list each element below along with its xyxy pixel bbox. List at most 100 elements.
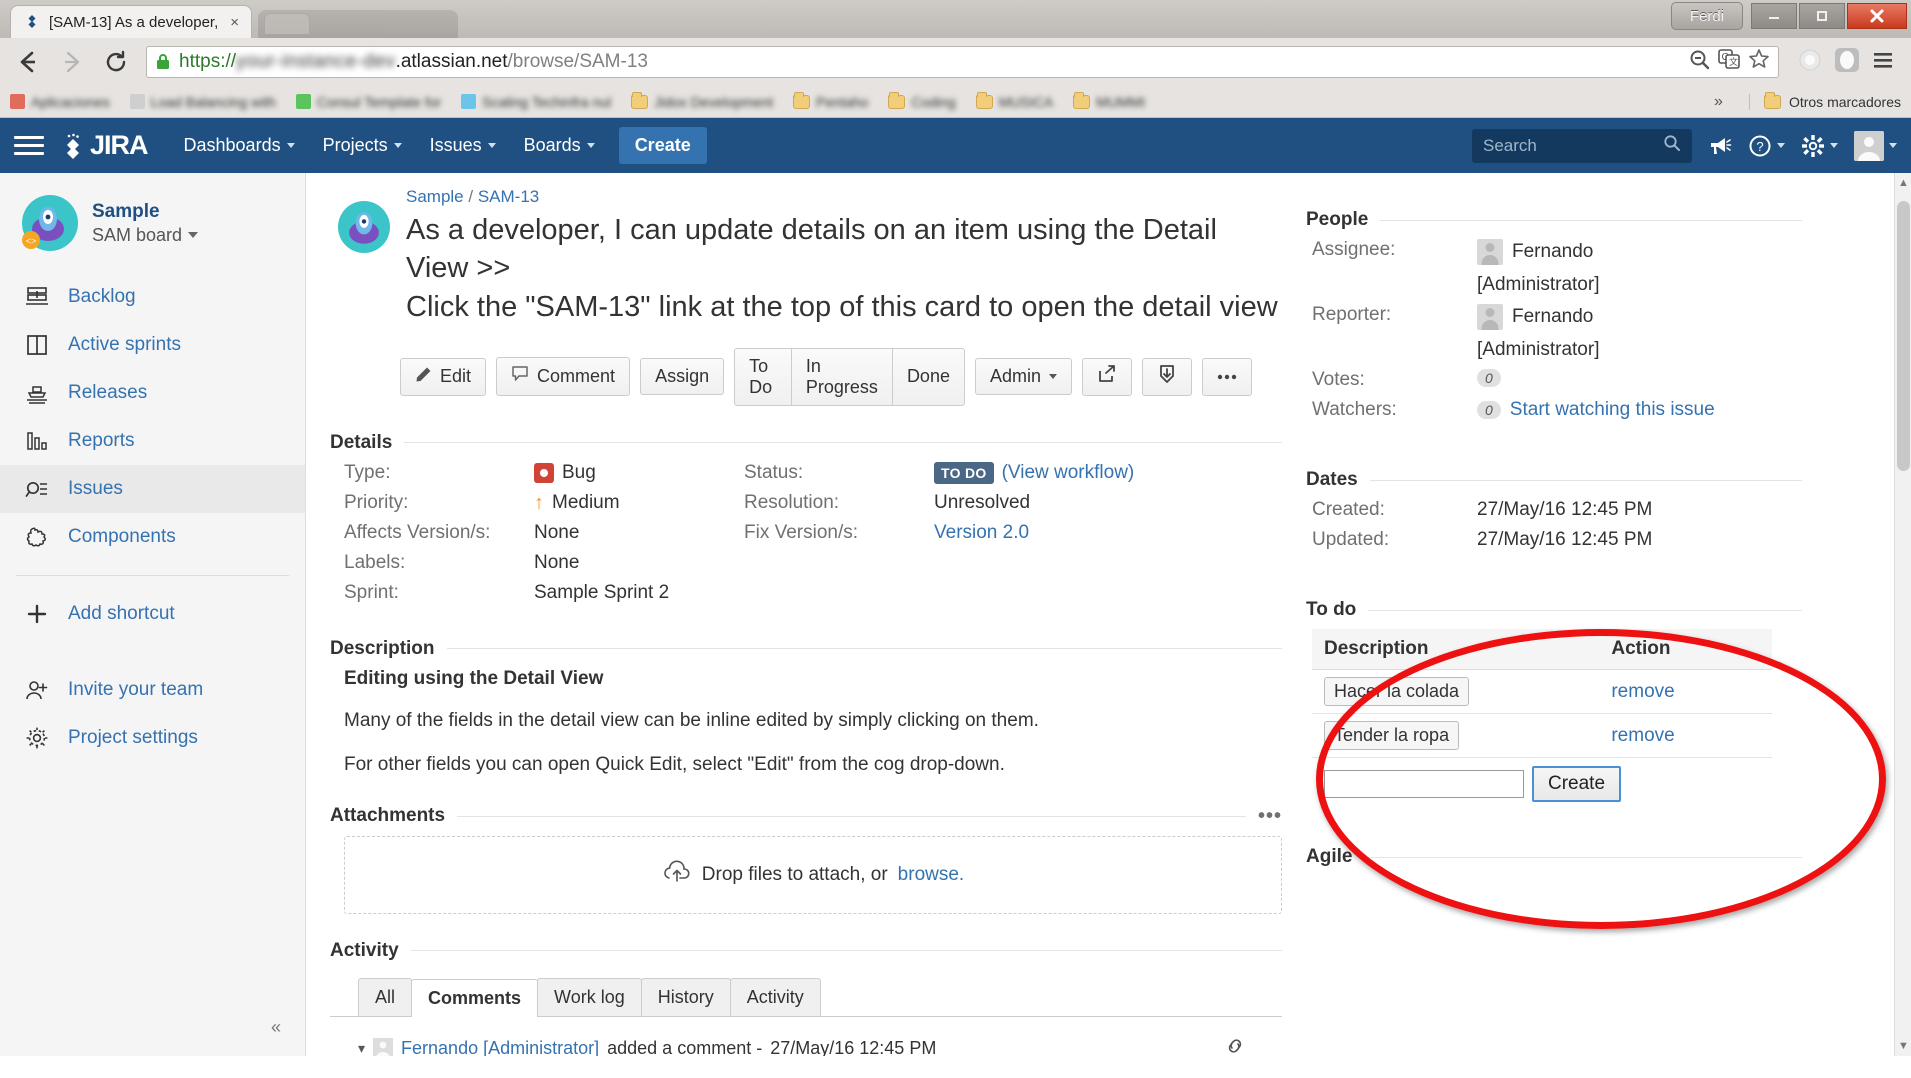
browser-tab-ghost[interactable]: [258, 10, 458, 38]
reporter-name[interactable]: Fernando: [1512, 306, 1593, 328]
bookmark-item[interactable]: MUSICA: [976, 94, 1053, 110]
sidebar-item-releases[interactable]: Releases: [0, 369, 305, 417]
bookmark-item[interactable]: Consul Template for: [296, 94, 441, 110]
translate-icon[interactable]: G文: [1718, 49, 1740, 75]
breadcrumb-project-link[interactable]: Sample: [406, 187, 464, 206]
sidebar-item-invite-your-team[interactable]: Invite your team: [0, 666, 305, 714]
zoom-out-icon[interactable]: [1688, 48, 1710, 76]
bookmarks-overflow-icon[interactable]: »: [1714, 93, 1729, 111]
todo-remove-link[interactable]: remove: [1611, 725, 1674, 746]
fix-version-link[interactable]: Version 2.0: [934, 522, 1029, 544]
sidebar-item-issues[interactable]: Issues: [0, 465, 305, 513]
bookmark-item[interactable]: Scaling Techinfra nul: [461, 94, 611, 110]
sidebar-item-reports[interactable]: Reports: [0, 417, 305, 465]
announcements-button[interactable]: [1708, 135, 1732, 157]
tab-work-log[interactable]: Work log: [537, 978, 642, 1016]
browser-tab-active[interactable]: [SAM-13] As a developer, ×: [10, 5, 252, 38]
todo-item-label[interactable]: Tender la ropa: [1324, 721, 1459, 750]
detail-value[interactable]: Medium: [552, 492, 620, 514]
jira-logo[interactable]: JIRA: [60, 130, 148, 161]
bookmark-item[interactable]: Pentaho: [793, 94, 868, 110]
comment-button[interactable]: Comment: [496, 357, 630, 396]
board-selector[interactable]: SAM board: [92, 225, 198, 246]
maximize-button[interactable]: [1799, 3, 1845, 29]
extension-icon-2[interactable]: [1833, 46, 1861, 79]
close-window-button[interactable]: [1847, 3, 1907, 29]
start-watching-link[interactable]: Start watching this issue: [1510, 399, 1715, 421]
todo-description-input[interactable]: [1324, 770, 1524, 798]
todo-remove-link[interactable]: remove: [1611, 681, 1674, 702]
transition-done-button[interactable]: Done: [892, 348, 965, 406]
comment-author-link[interactable]: Fernando [Administrator]: [401, 1038, 599, 1056]
sidebar-item-active-sprints[interactable]: Active sprints: [0, 321, 305, 369]
sidebar-item-backlog[interactable]: Backlog: [0, 273, 305, 321]
attachment-dropzone[interactable]: Drop files to attach, or browse.: [344, 836, 1282, 914]
view-workflow-link[interactable]: (View workflow): [1002, 462, 1135, 484]
comment-permalink-icon[interactable]: [1224, 1035, 1282, 1056]
user-profile-button[interactable]: [1854, 131, 1897, 161]
chevron-down-icon[interactable]: ▾: [358, 1040, 365, 1056]
status-badge: TO DO: [934, 462, 994, 484]
detail-value[interactable]: Sample Sprint 2: [534, 582, 669, 604]
scroll-up-arrow-icon[interactable]: ▲: [1895, 173, 1911, 193]
sidebar-collapse-button[interactable]: «: [261, 1012, 291, 1042]
bookmark-item[interactable]: Coding: [888, 94, 955, 110]
bookmark-item[interactable]: Aplicaciones: [10, 94, 110, 110]
extension-icon-1[interactable]: [1797, 47, 1823, 78]
scroll-down-arrow-icon[interactable]: ▼: [1895, 1036, 1911, 1056]
detail-value[interactable]: Bug: [562, 462, 596, 484]
tab-history[interactable]: History: [641, 978, 731, 1016]
description-subtitle: Editing using the Detail View: [344, 668, 1282, 690]
admin-dropdown-button[interactable]: Admin: [975, 358, 1072, 395]
detail-value[interactable]: None: [534, 522, 579, 544]
transition-in-progress-button[interactable]: In Progress: [791, 348, 892, 406]
search-input[interactable]: Search: [1472, 129, 1692, 163]
bookmark-item[interactable]: MUMMI: [1073, 94, 1145, 110]
bookmark-item[interactable]: Jidox Development: [631, 94, 773, 110]
other-bookmarks-item[interactable]: Otros marcadores: [1749, 94, 1901, 110]
reload-icon[interactable]: [96, 42, 136, 82]
chrome-menu-icon[interactable]: [1871, 48, 1895, 77]
sidebar-item-components[interactable]: Components: [0, 513, 305, 561]
windows-user-button[interactable]: Ferdi: [1671, 2, 1743, 30]
nav-item-issues[interactable]: Issues: [416, 118, 510, 173]
export-button[interactable]: [1142, 358, 1192, 396]
transition-todo-button[interactable]: To Do: [734, 348, 791, 406]
avatar: [1477, 304, 1503, 330]
attachments-more-icon[interactable]: •••: [1258, 805, 1282, 828]
todo-item-label[interactable]: Hacer la colada: [1324, 677, 1469, 706]
detail-value[interactable]: None: [534, 552, 579, 574]
description-body[interactable]: Editing using the Detail View Many of th…: [330, 668, 1282, 779]
close-icon[interactable]: ×: [230, 14, 239, 31]
nav-item-projects[interactable]: Projects: [309, 118, 416, 173]
bookmark-item[interactable]: Load Balancing with: [130, 94, 276, 110]
vertical-scrollbar[interactable]: ▲ ▼: [1894, 173, 1911, 1056]
todo-create-button[interactable]: Create: [1532, 766, 1621, 802]
address-bar[interactable]: https:// your-instance-dev .atlassian.ne…: [146, 46, 1779, 78]
help-button[interactable]: ?: [1748, 134, 1785, 158]
tab-activity[interactable]: Activity: [730, 978, 821, 1016]
sidebar-item-project-settings[interactable]: Project settings: [0, 714, 305, 762]
nav-item-boards[interactable]: Boards: [510, 118, 609, 173]
todo-heading: To do: [1306, 599, 1356, 621]
share-button[interactable]: [1082, 358, 1132, 396]
create-button[interactable]: Create: [619, 127, 707, 164]
assign-button[interactable]: Assign: [640, 358, 724, 395]
minimize-button[interactable]: [1751, 3, 1797, 29]
scrollbar-thumb[interactable]: [1897, 201, 1910, 471]
more-actions-button[interactable]: [1202, 358, 1252, 396]
project-header[interactable]: <> Sample SAM board: [0, 173, 305, 273]
back-icon[interactable]: [8, 42, 48, 82]
bookmark-star-icon[interactable]: [1748, 48, 1770, 76]
hamburger-menu-icon[interactable]: [14, 136, 44, 155]
sidebar-item-add-shortcut[interactable]: Add shortcut: [0, 590, 305, 638]
tab-comments[interactable]: Comments: [411, 979, 538, 1017]
settings-button[interactable]: [1801, 134, 1838, 158]
edit-button[interactable]: Edit: [400, 358, 486, 396]
nav-item-dashboards[interactable]: Dashboards: [170, 118, 309, 173]
browse-link[interactable]: browse.: [898, 864, 965, 886]
detail-value[interactable]: Unresolved: [934, 492, 1030, 514]
tab-all[interactable]: All: [358, 978, 412, 1016]
assignee-name[interactable]: Fernando: [1512, 241, 1593, 263]
breadcrumb-issue-link[interactable]: SAM-13: [478, 187, 539, 206]
